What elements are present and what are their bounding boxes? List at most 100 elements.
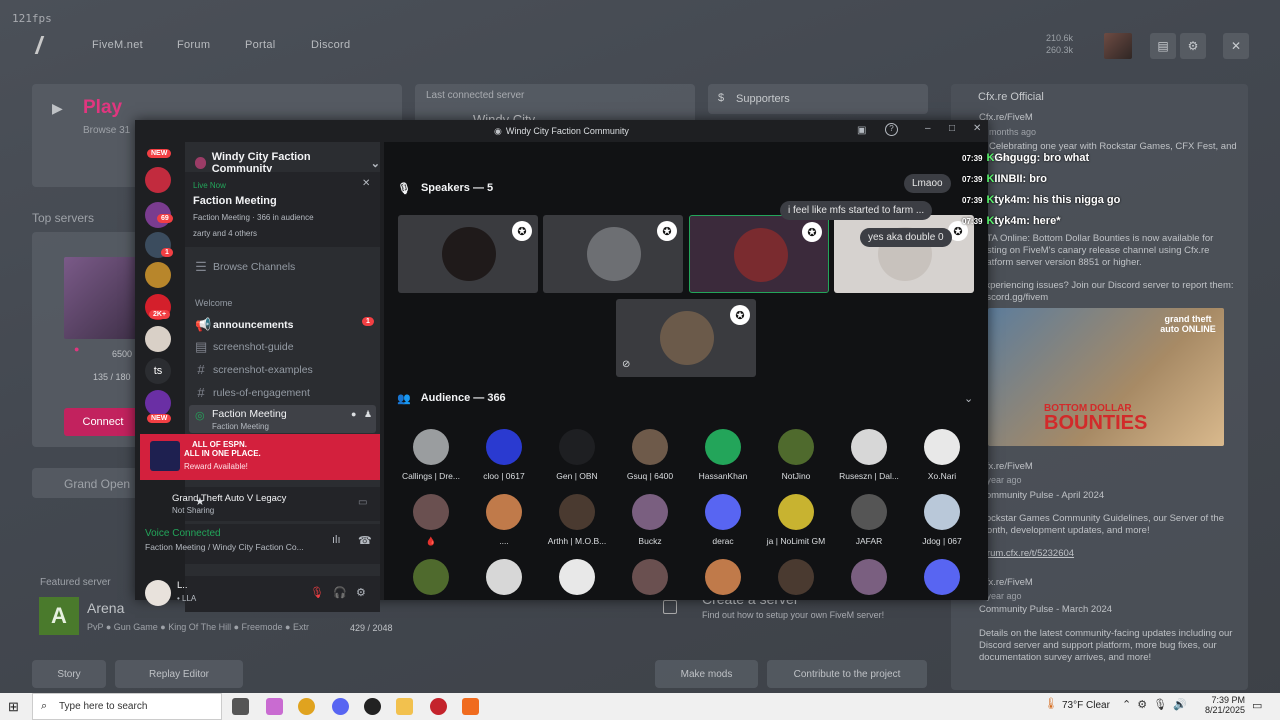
notification-center-icon[interactable]: ▭ <box>1252 699 1262 712</box>
notifications-icon[interactable]: ▤ <box>1150 33 1176 59</box>
post-text-3: Rockstar Games Community Guidelines, our… <box>979 513 1224 536</box>
audience-member[interactable]: ja | NoLimit GM <box>761 494 831 546</box>
category-welcome[interactable]: Welcome <box>195 298 232 308</box>
help-icon[interactable]: ? <box>885 123 898 136</box>
live-stage-card[interactable]: Live Now ✕ Faction Meeting Faction Meeti… <box>185 172 380 247</box>
audience-member[interactable]: Callings | Dre... <box>396 429 466 481</box>
screen-share-icon[interactable]: ▭ <box>358 497 367 508</box>
browse-channels[interactable]: ☰ Browse Channels <box>195 259 295 275</box>
speaker-tile-speaking[interactable]: ✪ <box>689 215 829 293</box>
fivem-taskbar-icon[interactable] <box>462 698 479 715</box>
minimize-icon[interactable]: – <box>925 123 931 134</box>
audience-member-partial[interactable] <box>396 559 466 601</box>
disconnect-icon[interactable]: ☎ <box>358 534 372 547</box>
server-icon-8[interactable] <box>145 390 171 416</box>
audience-member-partial[interactable] <box>761 559 831 601</box>
weather-text[interactable]: 73°F Clear <box>1062 700 1110 711</box>
audience-member-partial[interactable] <box>688 559 758 601</box>
copilot-icon[interactable] <box>266 698 283 715</box>
server-icon-ts[interactable]: ts <box>145 358 171 384</box>
chat-icon[interactable]: ● <box>351 409 356 419</box>
grand-open-card[interactable]: Grand Open <box>32 468 142 498</box>
inbox-icon[interactable]: ▣ <box>857 125 866 136</box>
nav-fivem[interactable]: FiveM.net <box>92 39 143 51</box>
speaker-tile[interactable]: ✪ <box>834 215 974 293</box>
post-link-2[interactable]: Experiencing issues? Join our Discord se… <box>979 280 1241 304</box>
audience-member[interactable]: Buckz <box>615 494 685 546</box>
server-icon-6[interactable] <box>145 326 171 352</box>
noise-icon[interactable]: ılı <box>332 534 341 546</box>
file-explorer-icon[interactable] <box>396 698 413 715</box>
speaker-tile[interactable]: ✪ ⊘ <box>616 299 756 377</box>
channel-screenshot-guide[interactable]: ▤ screenshot-guide <box>195 339 294 355</box>
mic-muted-icon[interactable]: 🎙 <box>310 586 324 599</box>
audience-member[interactable]: HassanKhan <box>688 429 758 481</box>
fivem-logo[interactable] <box>34 36 58 54</box>
audience-member-partial[interactable] <box>907 559 977 601</box>
audience-member[interactable]: Arthh | M.O.B... <box>542 494 612 546</box>
stage-channel-active[interactable]: ◎ Faction Meeting Faction Meeting ● ♟ <box>189 405 376 433</box>
connect-button[interactable]: Connect <box>64 408 142 436</box>
user-avatar[interactable] <box>1104 33 1132 59</box>
task-view-icon[interactable] <box>232 698 249 715</box>
add-user-icon[interactable]: ♟ <box>364 409 372 420</box>
maximize-icon[interactable]: □ <box>949 123 955 134</box>
channel-screenshot-examples[interactable]: # screenshot-examples <box>195 362 312 377</box>
windows-start-icon[interactable]: ⊞ <box>8 699 19 715</box>
bounties-banner[interactable]: grand theft auto ONLINE BOTTOM DOLLAR BO… <box>988 308 1224 446</box>
app-icon[interactable] <box>364 698 381 715</box>
audience-member[interactable]: JAFAR <box>834 494 904 546</box>
top-server-card[interactable]: ● 6500 135 / 180 Connect <box>32 232 142 447</box>
audience-member[interactable]: Jdog | 067 <box>907 494 977 546</box>
headphones-icon[interactable]: 🎧 <box>333 586 347 599</box>
speaker-tile[interactable]: ✪ <box>543 215 683 293</box>
contribute-button[interactable]: Contribute to the project <box>767 660 927 688</box>
clock-date: 8/21/2025 <box>1205 705 1246 715</box>
featured-name[interactable]: Arena <box>87 600 124 616</box>
post-link-3[interactable]: forum.cfx.re/t/5232604 <box>979 548 1074 559</box>
nav-forum[interactable]: Forum <box>177 39 210 51</box>
promo-banner[interactable]: ALL OF ESPN. ALL IN ONE PLACE. Reward Av… <box>140 434 380 480</box>
game-app-icon[interactable] <box>430 698 447 715</box>
channel-rules[interactable]: # rules-of-engagement <box>195 385 310 400</box>
story-button[interactable]: Story <box>32 660 106 688</box>
clock[interactable]: 7:39 PM 8/21/2025 <box>1205 695 1245 715</box>
play-sub: Browse 31 <box>83 125 131 136</box>
tray-icons[interactable]: ⌃⚙🎙🔊 <box>1122 698 1193 711</box>
nav-discord[interactable]: Discord <box>311 39 350 51</box>
close-live-icon[interactable]: ✕ <box>362 178 370 189</box>
audience-member[interactable]: NotJino <box>761 429 831 481</box>
audience-member[interactable]: Gsuq | 6400 <box>615 429 685 481</box>
speaker-tile[interactable]: ✪ <box>398 215 538 293</box>
audience-member[interactable]: .... <box>469 494 539 546</box>
close-icon[interactable]: ✕ <box>1223 33 1249 59</box>
discord-window[interactable]: ◉ Windy City Faction Community ▣ ? – □ ✕… <box>135 120 988 612</box>
audience-member-partial[interactable] <box>469 559 539 601</box>
replay-editor-button[interactable]: Replay Editor <box>115 660 243 688</box>
user-avatar-discord[interactable] <box>145 580 171 606</box>
close-window-icon[interactable]: ✕ <box>973 123 981 134</box>
audience-member[interactable]: Xo.Nari <box>907 429 977 481</box>
member-avatar <box>632 429 668 465</box>
last-connected-card[interactable]: Last connected server Windy City <box>415 84 695 127</box>
discord-taskbar-icon[interactable] <box>332 698 349 715</box>
audience-member-partial[interactable] <box>542 559 612 601</box>
server-icon-1[interactable] <box>145 167 171 193</box>
make-mods-button[interactable]: Make mods <box>655 660 758 688</box>
audience-member[interactable]: 🩸 <box>396 494 466 547</box>
audience-member[interactable]: derac <box>688 494 758 546</box>
audience-member[interactable]: Ruseszn | Dal... <box>834 429 904 481</box>
supporters-card[interactable]: $ Supporters <box>708 84 928 114</box>
nav-portal[interactable]: Portal <box>245 39 276 51</box>
chrome-icon[interactable] <box>298 698 315 715</box>
server-icon-4[interactable] <box>145 262 171 288</box>
channel-announcements[interactable]: 📢 announcements <box>195 317 294 333</box>
user-settings-icon[interactable]: ⚙ <box>356 586 366 599</box>
audience-member-partial[interactable] <box>834 559 904 601</box>
audience-member-partial[interactable] <box>615 559 685 601</box>
audience-member[interactable]: cloo | 0617 <box>469 429 539 481</box>
settings-gear-icon[interactable]: ⚙ <box>1180 33 1206 59</box>
collapse-icon[interactable]: ⌄ <box>964 392 973 405</box>
taskbar-search[interactable]: ⌕ Type here to search <box>32 693 222 720</box>
audience-member[interactable]: Gen | OBN <box>542 429 612 481</box>
